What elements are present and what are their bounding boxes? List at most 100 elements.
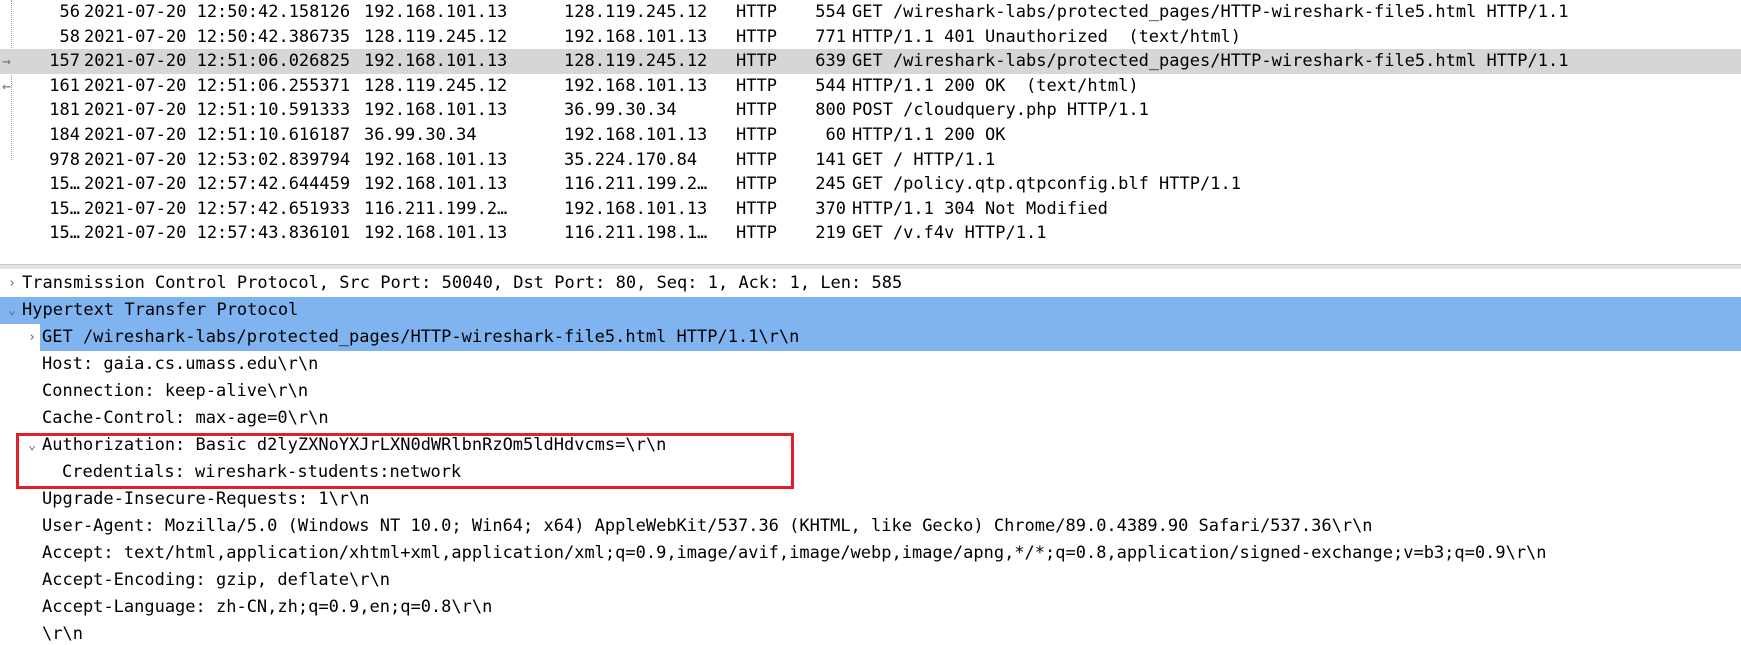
packet-row[interactable]: 15… 2021-07-20 12:57:43.836101 192.168.101… xyxy=(0,221,1741,246)
packet-len-cell: 141 xyxy=(815,149,846,170)
detail-text: Accept-Encoding: gzip, deflate\r\n xyxy=(42,570,390,590)
request-arrow-icon: → xyxy=(2,52,12,71)
packet-info-cell: GET /wireshark-labs/protected_pages/HTTP… xyxy=(852,51,1569,72)
detail-tree-row[interactable]: User-Agent: Mozilla/5.0 (Windows NT 10.0… xyxy=(0,513,1741,540)
packet-info-cell: GET /wireshark-labs/protected_pages/HTTP… xyxy=(852,2,1569,22)
detail-text: Accept: text/html,application/xhtml+xml,… xyxy=(42,543,1547,563)
packet-dst-cell: 35.224.170.84 xyxy=(564,149,698,170)
packet-row[interactable]: 56 2021-07-20 12:50:42.158126 192.168.101.… xyxy=(0,0,1741,25)
packet-time-cell: 2021-07-20 12:57:43.836101 xyxy=(84,223,351,244)
detail-text: User-Agent: Mozilla/5.0 (Windows NT 10.0… xyxy=(42,516,1373,536)
packet-len-cell: 370 xyxy=(815,198,846,219)
packet-src-cell: 192.168.101.13 xyxy=(364,174,508,195)
detail-text: Cache-Control: max-age=0\r\n xyxy=(42,408,329,428)
packet-time-cell: 2021-07-20 12:51:10.591333 xyxy=(84,100,351,121)
packet-time-cell: 2021-07-20 12:50:42.158126 xyxy=(84,2,351,22)
packet-dst-cell: 128.119.245.12 xyxy=(564,2,708,22)
packet-no-cell: 184 xyxy=(49,125,80,145)
packet-len-cell: 544 xyxy=(815,75,846,96)
detail-tree-row[interactable]: Upgrade-Insecure-Requests: 1\r\n xyxy=(0,486,1741,513)
packet-row[interactable]: 181 2021-07-20 12:51:10.591333 192.168.101… xyxy=(0,98,1741,123)
packet-row[interactable]: 161 2021-07-20 12:51:06.255371 128.119.245… xyxy=(0,74,1741,99)
response-arrow-icon: ← xyxy=(2,76,12,95)
detail-tree-row[interactable]: \r\n xyxy=(0,621,1741,645)
packet-info-cell: POST /cloudquery.php HTTP/1.1 xyxy=(852,100,1149,121)
packet-no-cell: 56 xyxy=(59,2,80,22)
detail-text: Connection: keep-alive\r\n xyxy=(42,381,309,401)
packet-row[interactable]: 58 2021-07-20 12:50:42.386735 128.119.245.… xyxy=(0,25,1741,50)
packet-src-cell: 36.99.30.34 xyxy=(364,125,477,145)
detail-text: \r\n xyxy=(42,624,83,644)
packet-src-cell: 128.119.245.12 xyxy=(364,26,508,47)
packet-row[interactable]: 157 2021-07-20 12:51:06.026825 192.168.101… xyxy=(0,49,1741,74)
packet-src-cell: 192.168.101.13 xyxy=(364,223,508,244)
packet-len-cell: 771 xyxy=(815,26,846,47)
detail-tree-row[interactable]: › GET /wireshark-labs/protected_pages/HTT… xyxy=(0,324,1741,351)
packet-src-cell: 192.168.101.13 xyxy=(364,2,508,22)
packet-time-cell: 2021-07-20 12:50:42.386735 xyxy=(84,26,351,47)
packet-dst-cell: 192.168.101.13 xyxy=(564,26,708,47)
packet-time-cell: 2021-07-20 12:51:06.255371 xyxy=(84,75,351,96)
packet-no-cell: 58 xyxy=(59,26,80,47)
packet-src-cell: 116.211.199.2… xyxy=(364,198,508,219)
packet-proto-cell: HTTP xyxy=(736,75,777,96)
packet-no-cell: 181 xyxy=(49,100,80,121)
packet-no-cell: 161 xyxy=(49,75,80,96)
packet-proto-cell: HTTP xyxy=(736,26,777,47)
packet-dst-cell: 116.211.198.1… xyxy=(564,223,708,244)
packet-no-cell: 15… xyxy=(49,198,80,219)
packet-no-cell: 157 xyxy=(49,51,80,72)
expand-chevron-icon[interactable]: › xyxy=(26,324,38,351)
expand-chevron-icon[interactable]: › xyxy=(6,270,18,297)
detail-tree-row[interactable]: Accept: text/html,application/xhtml+xml,… xyxy=(0,540,1741,567)
packet-len-cell: 219 xyxy=(815,223,846,244)
detail-tree-row[interactable]: Accept-Encoding: gzip, deflate\r\n xyxy=(0,567,1741,594)
packet-src-cell: 192.168.101.13 xyxy=(364,100,508,121)
detail-tree-row[interactable]: Connection: keep-alive\r\n xyxy=(0,378,1741,405)
packet-info-cell: GET / HTTP/1.1 xyxy=(852,149,996,170)
packet-time-cell: 2021-07-20 12:51:10.616187 xyxy=(84,125,351,145)
detail-tree-row[interactable]: ⌄ Hypertext Transfer Protocol xyxy=(0,297,1741,324)
packet-dst-cell: 36.99.30.34 xyxy=(564,100,677,121)
detail-text: Host: gaia.cs.umass.edu\r\n xyxy=(42,354,319,374)
packet-proto-cell: HTTP xyxy=(736,198,777,219)
packet-src-cell: 192.168.101.13 xyxy=(364,51,508,72)
packet-proto-cell: HTTP xyxy=(736,100,777,121)
packet-len-cell: 639 xyxy=(815,51,846,72)
collapse-chevron-icon[interactable]: ⌄ xyxy=(6,297,18,324)
packet-row[interactable]: 15… 2021-07-20 12:57:42.651933 116.211.199… xyxy=(0,197,1741,222)
packet-time-cell: 2021-07-20 12:57:42.644459 xyxy=(84,174,351,195)
packet-row[interactable]: 978 2021-07-20 12:53:02.839794 192.168.101… xyxy=(0,148,1741,173)
packet-no-cell: 15… xyxy=(49,223,80,244)
packet-info-cell: HTTP/1.1 304 Not Modified xyxy=(852,198,1108,219)
packet-dst-cell: 192.168.101.13 xyxy=(564,198,708,219)
packet-len-cell: 800 xyxy=(815,100,846,121)
packet-src-cell: 128.119.245.12 xyxy=(364,75,508,96)
packet-len-cell: 554 xyxy=(815,2,846,22)
packet-proto-cell: HTTP xyxy=(736,125,777,145)
packet-proto-cell: HTTP xyxy=(736,51,777,72)
packet-info-cell: HTTP/1.1 200 OK (text/html) xyxy=(852,75,1139,96)
pane-splitter[interactable] xyxy=(0,264,1741,269)
packet-len-cell: 60 xyxy=(825,125,846,145)
packet-dst-cell: 116.211.199.2… xyxy=(564,174,708,195)
detail-text: GET /wireshark-labs/protected_pages/HTTP… xyxy=(42,324,800,351)
packet-proto-cell: HTTP xyxy=(736,174,777,195)
packet-len-cell: 245 xyxy=(815,174,846,195)
authorization-highlight-box xyxy=(16,433,794,489)
packet-time-cell: 2021-07-20 12:51:06.026825 xyxy=(84,51,351,72)
packet-row[interactable]: 184 2021-07-20 12:51:10.616187 36.99.30.34… xyxy=(0,123,1741,148)
packet-src-cell: 192.168.101.13 xyxy=(364,149,508,170)
packet-row[interactable]: 15… 2021-07-20 12:57:42.644459 192.168.101… xyxy=(0,172,1741,197)
packet-info-cell: GET /policy.qtp.qtpconfig.blf HTTP/1.1 xyxy=(852,174,1241,195)
detail-tree-row[interactable]: › Transmission Control Protocol, Src Port… xyxy=(0,270,1741,297)
packet-no-cell: 978 xyxy=(49,149,80,170)
detail-tree-row[interactable]: Cache-Control: max-age=0\r\n xyxy=(0,405,1741,432)
detail-tree-row[interactable]: Accept-Language: zh-CN,zh;q=0.9,en;q=0.8… xyxy=(0,594,1741,621)
packet-proto-cell: HTTP xyxy=(736,149,777,170)
packet-dst-cell: 192.168.101.13 xyxy=(564,75,708,96)
packet-no-cell: 15… xyxy=(49,174,80,195)
detail-text: Transmission Control Protocol, Src Port:… xyxy=(22,273,903,293)
detail-tree-row[interactable]: Host: gaia.cs.umass.edu\r\n xyxy=(0,351,1741,378)
packet-list: 56 2021-07-20 12:50:42.158126 192.168.101.… xyxy=(0,0,1741,264)
